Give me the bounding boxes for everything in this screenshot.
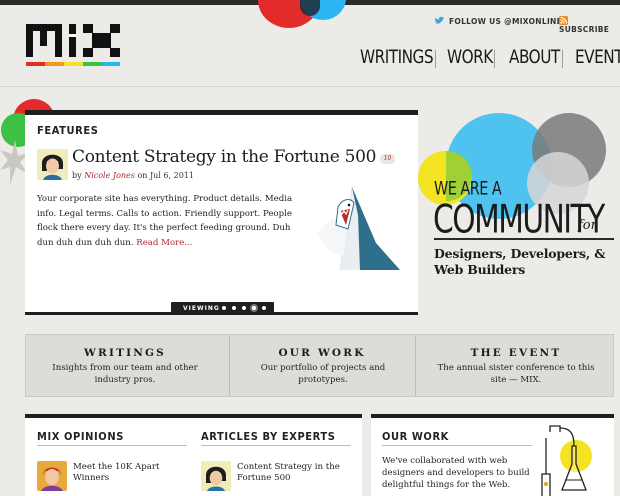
nav-writings[interactable]: WRITINGS — [360, 47, 434, 73]
rss-icon — [559, 16, 568, 25]
twitter-bird-icon — [434, 16, 444, 24]
nav-about[interactable]: ABOUT — [509, 47, 560, 73]
article-avatar[interactable] — [201, 461, 231, 491]
column-rule — [37, 445, 187, 446]
logo-stripe-blue — [102, 62, 120, 66]
opinion-avatar-graphic — [37, 461, 67, 491]
subscribe-link[interactable]: SUBSCRIBE — [559, 16, 620, 34]
our-work-text: We've collaborated with web designers an… — [382, 456, 530, 490]
pager-dot-active[interactable] — [252, 306, 256, 310]
opinion-avatar[interactable] — [37, 461, 67, 491]
logo-stripe-yellow — [64, 62, 83, 66]
byline-author-link[interactable]: Nicole Jones — [84, 171, 135, 180]
nav-event[interactable]: EVENT — [575, 47, 620, 73]
shark-illustration — [318, 187, 400, 270]
opinion-item-link[interactable]: Meet the 10K Apart Winners — [73, 462, 173, 484]
promo-event-desc: The annual sister conference to this sit… — [437, 363, 595, 385]
logo-stripe-orange — [45, 62, 64, 66]
promo-work-desc: Our portfolio of projects and prototypes… — [260, 363, 386, 385]
follow-twitter-label: FOLLOW US @MIXONLINE — [449, 17, 563, 26]
article-item-link[interactable]: Content Strategy in the Fortune 500 — [237, 462, 349, 484]
nav-separator — [494, 50, 495, 68]
nav-separator — [435, 50, 436, 68]
tagline-for: for — [578, 218, 597, 233]
featured-byline: by Nicole Jones on Jul 6, 2011 — [72, 171, 194, 180]
author-avatar[interactable] — [37, 149, 68, 180]
follow-twitter-link[interactable]: FOLLOW US @MIXONLINE — [434, 16, 562, 26]
read-more-link[interactable]: Read More... — [136, 238, 192, 248]
logo-letters-graphic — [26, 24, 120, 57]
byline-date: on Jul 6, 2011 — [137, 171, 194, 180]
promo-separator — [415, 336, 416, 396]
comment-count-badge[interactable]: 10 — [380, 154, 395, 164]
subscribe-label: SUBSCRIBE — [559, 25, 610, 34]
pager-dot[interactable] — [242, 306, 246, 310]
mix-logo[interactable] — [26, 24, 120, 66]
featured-excerpt: Your corporate site has everything. Prod… — [37, 192, 297, 250]
pager-dot[interactable] — [262, 306, 266, 310]
viewing-label: VIEWING — [183, 305, 220, 312]
byline-prefix: by — [72, 171, 82, 180]
avatar-portrait-graphic — [37, 149, 68, 180]
column-rule — [382, 445, 532, 446]
mix-opinions-label: MIX OPINIONS — [37, 430, 124, 443]
column-rule — [201, 445, 351, 446]
promo-writings-desc: Insights from our team and other industr… — [52, 363, 198, 385]
promo-event-title[interactable]: THE EVENT — [424, 347, 608, 359]
nav-separator — [562, 50, 563, 68]
articles-by-experts-label: ARTICLES BY EXPERTS — [201, 430, 336, 443]
promo-separator — [229, 336, 230, 396]
pager-dot[interactable] — [222, 306, 226, 310]
nav-work[interactable]: WORK — [447, 47, 493, 73]
our-work-label: OUR WORK — [382, 430, 449, 443]
tagline-rule — [434, 238, 614, 240]
pager-dot[interactable] — [232, 306, 236, 310]
features-label: FEATURES — [37, 124, 99, 137]
promo-work-title[interactable]: OUR WORK — [236, 347, 408, 359]
logo-stripe-green — [83, 62, 102, 66]
lab-flask-illustration — [541, 425, 592, 496]
promo-writings-title[interactable]: WRITINGS — [40, 347, 210, 359]
article-avatar-graphic — [201, 461, 231, 491]
tagline-audience: Designers, Developers, & Web Builders — [434, 246, 606, 277]
featured-headline[interactable]: Content Strategy in the Fortune 500 — [72, 147, 377, 167]
logo-stripe-red — [26, 62, 45, 66]
